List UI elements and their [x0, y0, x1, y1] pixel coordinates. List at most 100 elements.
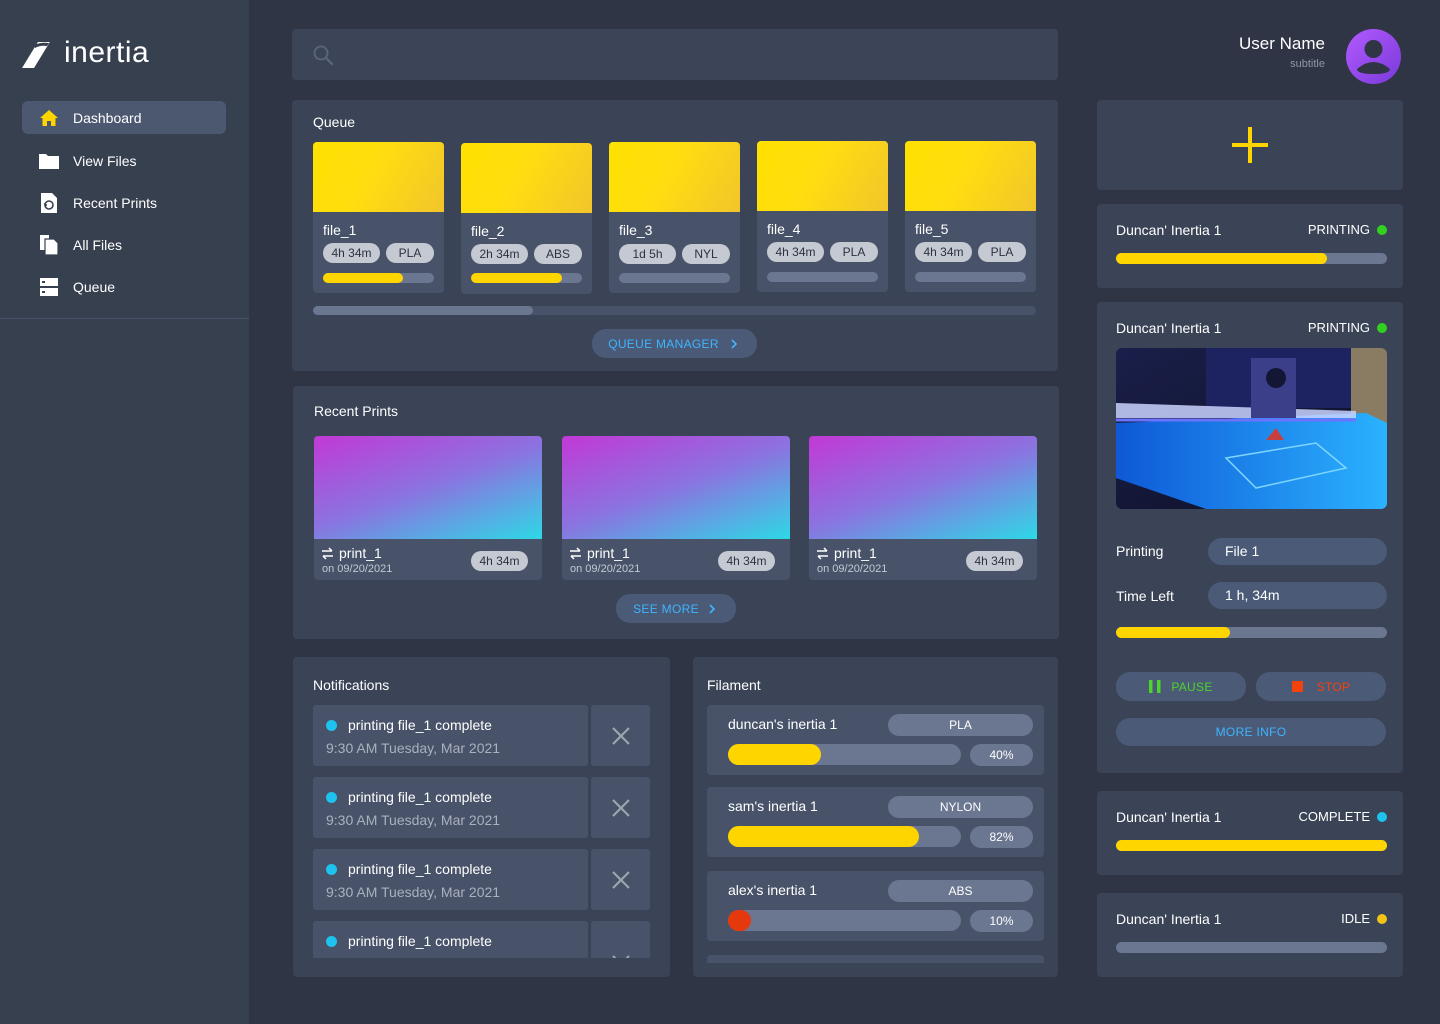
logo-icon — [22, 42, 50, 68]
filament-percent: 82% — [970, 826, 1033, 848]
queue-thumbnail — [461, 143, 592, 213]
pause-label: PAUSE — [1171, 679, 1213, 694]
sidebar-item-dashboard[interactable]: Dashboard — [22, 101, 226, 134]
print-name: print_1 — [339, 545, 382, 561]
notification-item[interactable]: printing file_1 complete 9:30 AM Tuesday… — [313, 705, 650, 766]
notification-time: 9:30 AM Tuesday, Mar 2021 — [326, 884, 501, 900]
close-icon — [611, 798, 630, 817]
filament-printer-name: alex's inertia 1 — [728, 882, 818, 898]
printer-progress — [1116, 840, 1387, 851]
queue-item[interactable]: file_1 4h 34m PLA — [313, 142, 444, 293]
user-name: User Name — [1239, 34, 1325, 53]
files-icon — [38, 234, 60, 256]
filament-item[interactable]: sam's inertia 1 NYLON 82% — [707, 787, 1044, 857]
notification-item[interactable]: printing file_1 complete — [313, 921, 650, 958]
recent-print-card[interactable]: print_1 on 09/20/2021 4h 34m — [809, 436, 1037, 580]
stop-button[interactable]: STOP — [1256, 672, 1386, 701]
filament-level — [728, 744, 961, 765]
filament-title: Filament — [707, 677, 761, 693]
filament-printer-name: duncan's inertia 1 — [728, 716, 838, 732]
printer-name: Duncan' Inertia 1 — [1116, 222, 1222, 238]
dismiss-button[interactable] — [591, 705, 650, 766]
see-more-button[interactable]: SEE MORE — [616, 594, 736, 623]
queue-file-name: file_5 — [915, 221, 949, 237]
dismiss-button[interactable] — [591, 849, 650, 910]
queue-scrollbar[interactable] — [313, 306, 1036, 315]
queue-item[interactable]: file_5 4h 34m PLA — [905, 141, 1036, 292]
queue-thumbnail — [757, 141, 888, 211]
filament-list[interactable]: duncan's inertia 1 PLA 40% sam's inertia… — [707, 705, 1044, 963]
filament-item[interactable]: alex's inertia 1 ABS 10% — [707, 871, 1044, 941]
swap-icon — [570, 547, 581, 560]
queue-title: Queue — [313, 114, 356, 130]
recent-print-card[interactable]: print_1 on 09/20/2021 4h 34m — [562, 436, 790, 580]
print-name: print_1 — [834, 545, 877, 561]
queue-manager-label: QUEUE MANAGER — [608, 336, 719, 351]
sidebar-item-recent-prints[interactable]: Recent Prints — [22, 186, 226, 219]
notifications-list[interactable]: printing file_1 complete 9:30 AM Tuesday… — [313, 705, 650, 958]
status-dot — [1377, 914, 1387, 924]
stop-icon — [1291, 681, 1303, 692]
status-dot — [1377, 812, 1387, 822]
queue-material-badge: ABS — [534, 244, 582, 264]
printer-camera-image — [1116, 348, 1387, 509]
printer-status: COMPLETE — [1298, 809, 1370, 824]
sidebar-item-view-files[interactable]: View Files — [22, 144, 226, 177]
queue-progress — [767, 272, 878, 282]
printer-name: Duncan' Inertia 1 — [1116, 911, 1222, 927]
queue-thumbnail — [313, 142, 444, 212]
notification-time: 9:30 AM Tuesday, Mar 2021 — [326, 812, 501, 828]
sidebar-item-all-files[interactable]: All Files — [22, 228, 226, 261]
camera-feed[interactable] — [1116, 348, 1387, 509]
recent-print-card[interactable]: print_1 on 09/20/2021 4h 34m — [314, 436, 542, 580]
sidebar-item-queue[interactable]: Queue — [22, 270, 226, 303]
add-printer-button[interactable] — [1097, 100, 1403, 190]
queue-item[interactable]: file_2 2h 34m ABS — [461, 143, 592, 294]
search-icon — [313, 45, 334, 66]
avatar[interactable] — [1346, 29, 1401, 84]
printer-card[interactable]: Duncan' Inertia 1 COMPLETE — [1097, 791, 1403, 875]
dismiss-button[interactable] — [591, 921, 650, 958]
queue-material-badge: PLA — [978, 242, 1026, 262]
queue-scrollbar-thumb[interactable] — [313, 306, 533, 315]
time-left-label: Time Left — [1116, 588, 1174, 604]
printer-card[interactable]: Duncan' Inertia 1 PRINTING — [1097, 204, 1403, 288]
filament-level-fill — [728, 826, 920, 847]
dismiss-button[interactable] — [591, 777, 650, 838]
printer-status: IDLE — [1341, 911, 1370, 926]
filament-item[interactable]: duncan's inertia 1 PLA 40% — [707, 705, 1044, 775]
close-icon — [611, 954, 630, 958]
more-info-button[interactable]: MORE INFO — [1116, 718, 1386, 746]
print-thumbnail — [314, 436, 542, 539]
notification-item[interactable]: printing file_1 complete 9:30 AM Tuesday… — [313, 777, 650, 838]
notification-time: 9:30 AM Tuesday, Mar 2021 — [326, 740, 501, 756]
queue-item[interactable]: file_3 1d 5h NYL — [609, 142, 740, 293]
unread-dot — [326, 936, 337, 947]
queue-time-badge: 4h 34m — [915, 242, 972, 262]
user-icon — [1357, 40, 1390, 74]
notification-item[interactable]: printing file_1 complete 9:30 AM Tuesday… — [313, 849, 650, 910]
printer-detail-card: Duncan' Inertia 1 PRINTING Printing File… — [1097, 302, 1403, 773]
queue-progress — [323, 273, 434, 283]
unread-dot — [326, 792, 337, 803]
app-name: inertia — [64, 36, 150, 69]
queue-manager-button[interactable]: QUEUE MANAGER — [592, 329, 757, 358]
filament-material: NYLON — [888, 796, 1033, 818]
printer-progress — [1116, 942, 1387, 953]
queue-progress-fill — [323, 273, 403, 283]
filament-item[interactable] — [707, 955, 1044, 963]
sidebar-item-label: View Files — [73, 152, 137, 169]
queue-material-badge: NYL — [682, 244, 730, 264]
search-input[interactable] — [292, 29, 1058, 80]
queue-item[interactable]: file_4 4h 34m PLA — [757, 141, 888, 292]
queue-progress-fill — [471, 273, 563, 283]
status-dot — [1377, 323, 1387, 333]
queue-progress — [915, 272, 1026, 282]
queue-file-name: file_3 — [619, 222, 653, 238]
queue-time-badge: 1d 5h — [619, 244, 676, 264]
printer-card[interactable]: Duncan' Inertia 1 IDLE — [1097, 893, 1403, 977]
status-dot — [1377, 225, 1387, 235]
pause-button[interactable]: PAUSE — [1116, 672, 1246, 701]
filament-level — [728, 826, 961, 847]
unread-dot — [326, 720, 337, 731]
